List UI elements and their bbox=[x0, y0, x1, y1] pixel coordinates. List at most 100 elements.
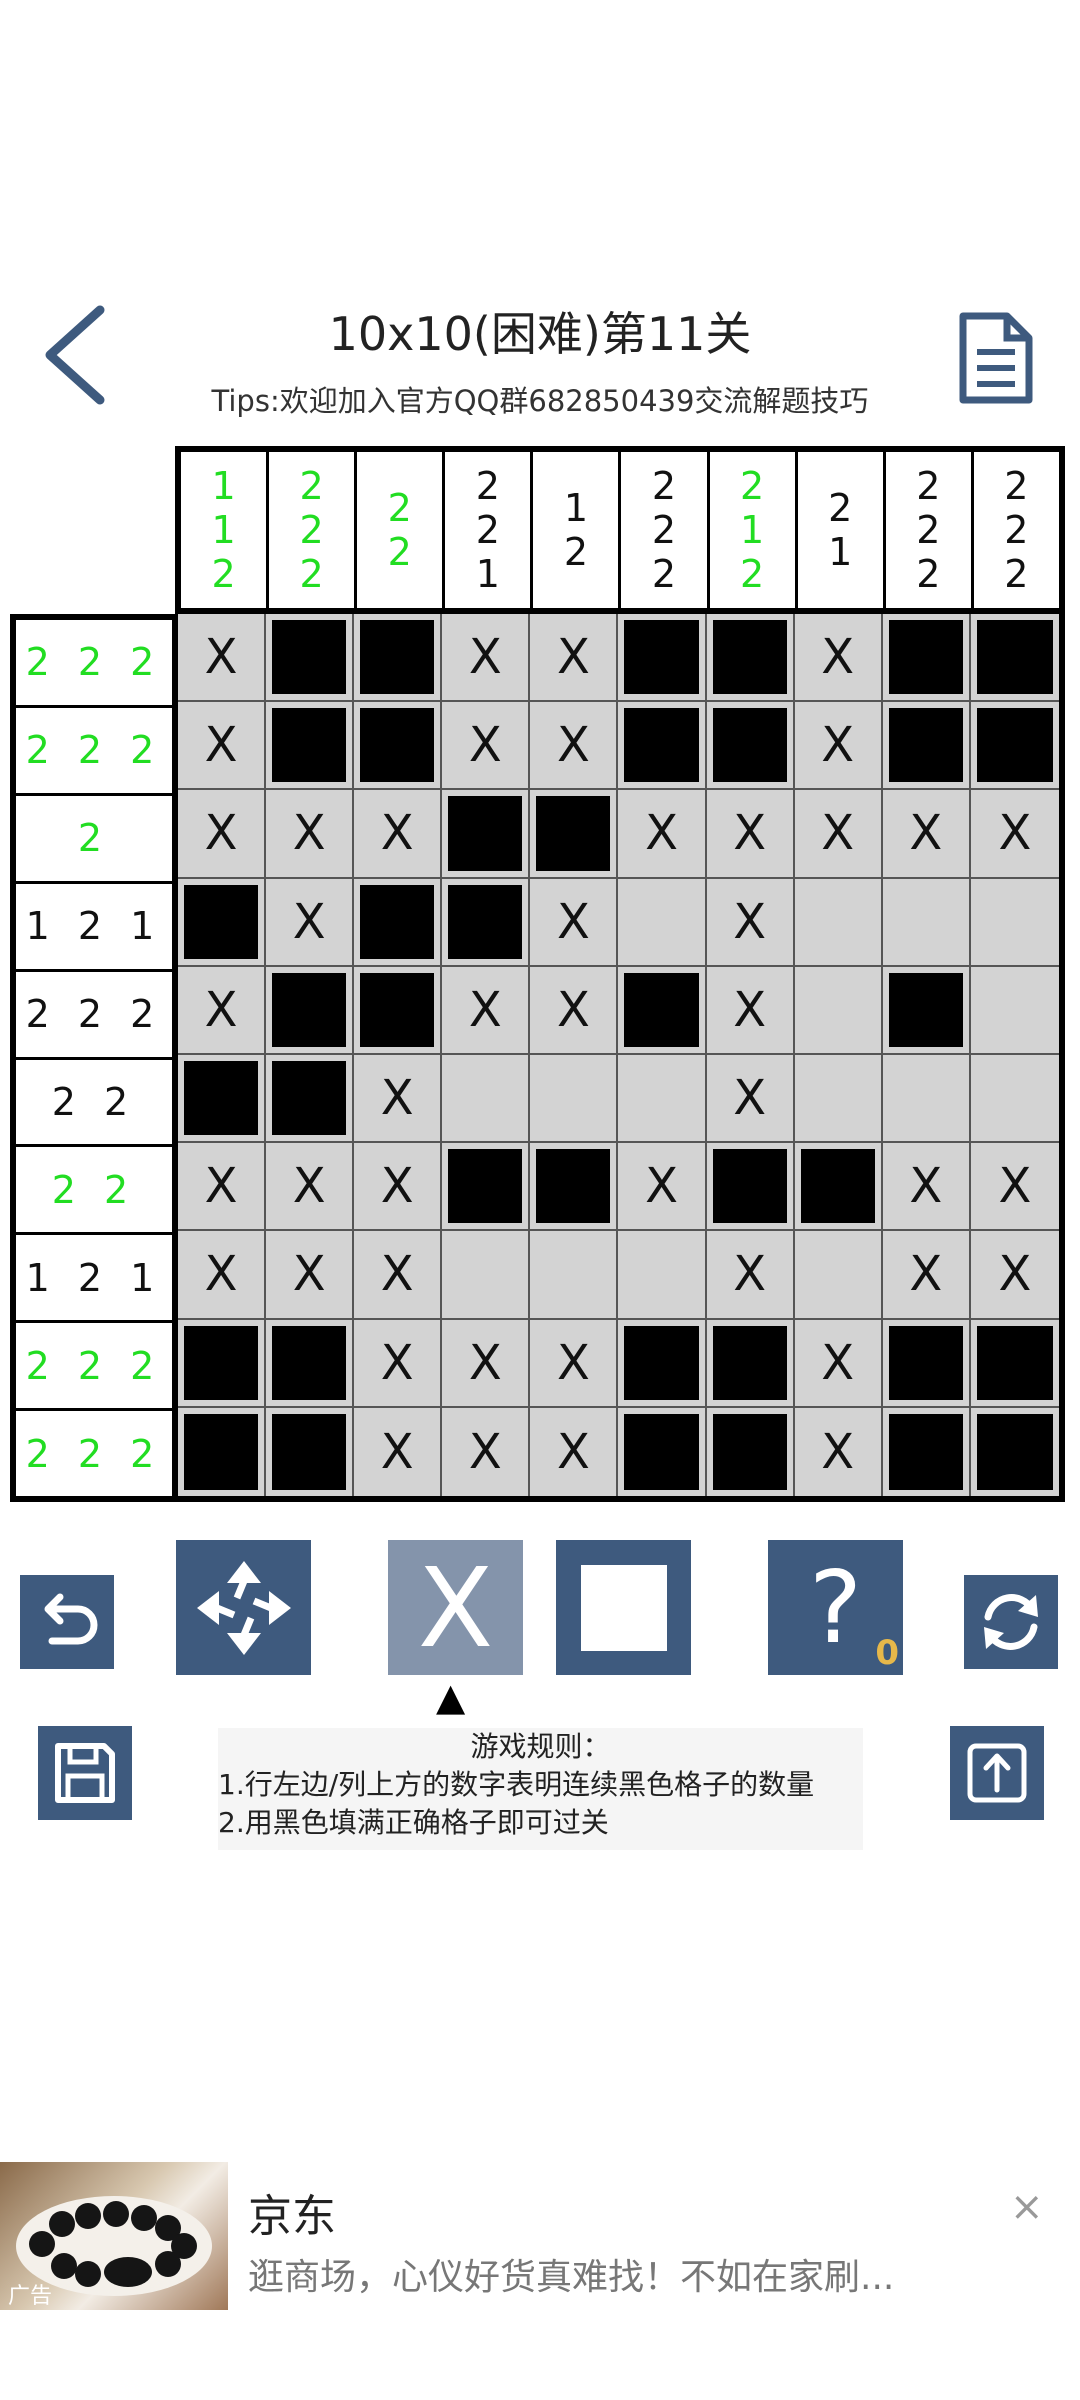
grid-cell-filled[interactable] bbox=[618, 1407, 707, 1496]
grid-cell-crossed[interactable]: X bbox=[882, 1231, 971, 1320]
grid-cell-filled[interactable] bbox=[354, 878, 443, 967]
grid-cell-empty[interactable] bbox=[530, 1054, 619, 1144]
grid-cell-crossed[interactable]: X bbox=[178, 1231, 267, 1320]
grid-cell-crossed[interactable]: X bbox=[706, 1231, 795, 1320]
grid-cell-filled[interactable] bbox=[882, 1319, 971, 1408]
grid-cell-crossed[interactable]: X bbox=[794, 1319, 883, 1408]
grid-cell-crossed[interactable]: X bbox=[970, 790, 1059, 879]
grid-cell-empty[interactable] bbox=[882, 878, 971, 967]
grid-cell-filled[interactable] bbox=[530, 1143, 619, 1232]
document-button[interactable] bbox=[955, 308, 1037, 408]
grid-cell-crossed[interactable]: X bbox=[178, 614, 267, 703]
refresh-button[interactable] bbox=[964, 1575, 1058, 1669]
grid-cell-crossed[interactable]: X bbox=[354, 790, 443, 879]
grid-cell-filled[interactable] bbox=[971, 1408, 1059, 1496]
grid-cell-crossed[interactable]: X bbox=[266, 790, 355, 879]
grid-cell-filled[interactable] bbox=[706, 614, 795, 703]
grid-cell-filled[interactable] bbox=[178, 878, 267, 967]
grid-cell-filled[interactable] bbox=[354, 702, 443, 791]
grid-cell-filled[interactable] bbox=[354, 966, 443, 1055]
grid-cell-crossed[interactable]: X bbox=[706, 1054, 795, 1144]
grid-cell-empty[interactable] bbox=[442, 1054, 531, 1144]
cross-mode-button[interactable]: X bbox=[388, 1540, 523, 1675]
grid-cell-filled[interactable] bbox=[442, 790, 531, 879]
grid-cell-filled[interactable] bbox=[618, 1319, 707, 1408]
grid-cell-filled[interactable] bbox=[618, 966, 707, 1055]
grid-cell-crossed[interactable]: X bbox=[618, 1143, 707, 1232]
grid-cell-filled[interactable] bbox=[882, 966, 971, 1055]
grid-cell-filled[interactable] bbox=[706, 1143, 795, 1232]
grid-cell-crossed[interactable]: X bbox=[706, 878, 795, 967]
grid-cell-filled[interactable] bbox=[266, 1054, 355, 1144]
grid-cell-crossed[interactable]: X bbox=[178, 702, 267, 791]
grid-cell-crossed[interactable]: X bbox=[442, 614, 531, 703]
grid-cell-filled[interactable] bbox=[266, 702, 355, 791]
grid-cell-empty[interactable] bbox=[794, 878, 883, 967]
ad-close-button[interactable]: × bbox=[1010, 2184, 1044, 2230]
grid-cell-crossed[interactable]: X bbox=[354, 1143, 443, 1232]
grid-cell-filled[interactable] bbox=[178, 1319, 267, 1408]
grid-cell-crossed[interactable]: X bbox=[354, 1407, 443, 1496]
grid-cell-filled[interactable] bbox=[266, 614, 355, 703]
grid-cell-filled[interactable] bbox=[707, 1407, 795, 1496]
grid-cell-crossed[interactable]: X bbox=[530, 878, 619, 967]
grid-cell-empty[interactable] bbox=[618, 1054, 707, 1144]
grid-cell-crossed[interactable]: X bbox=[354, 1319, 443, 1408]
grid-cell-filled[interactable] bbox=[970, 614, 1059, 703]
grid-cell-empty[interactable] bbox=[794, 966, 883, 1055]
grid-cell-filled[interactable] bbox=[178, 1407, 267, 1496]
grid-cell-crossed[interactable]: X bbox=[530, 614, 619, 703]
grid-cell-empty[interactable] bbox=[882, 1054, 971, 1144]
grid-cell-filled[interactable] bbox=[266, 966, 355, 1055]
grid-cell-filled[interactable] bbox=[266, 1407, 355, 1496]
fill-mode-button[interactable] bbox=[556, 1540, 691, 1675]
grid-cell-filled[interactable] bbox=[618, 702, 707, 791]
grid-cell-filled[interactable] bbox=[354, 614, 443, 703]
grid-cell-filled[interactable] bbox=[266, 1319, 355, 1408]
grid-cell-crossed[interactable]: X bbox=[178, 790, 267, 879]
grid-cell-empty[interactable] bbox=[970, 879, 1059, 967]
grid-cell-crossed[interactable]: X bbox=[794, 702, 883, 791]
grid-cell-filled[interactable] bbox=[883, 1407, 971, 1496]
grid-cell-filled[interactable] bbox=[178, 1054, 267, 1144]
grid-cell-crossed[interactable]: X bbox=[266, 1143, 355, 1232]
grid-cell-crossed[interactable]: X bbox=[530, 702, 619, 791]
grid-cell-crossed[interactable]: X bbox=[354, 1054, 443, 1144]
grid-cell-filled[interactable] bbox=[882, 702, 971, 791]
grid-cell-empty[interactable] bbox=[442, 1231, 531, 1320]
move-button[interactable] bbox=[176, 1540, 311, 1675]
grid-cell-crossed[interactable]: X bbox=[442, 702, 531, 791]
grid-cell-empty[interactable] bbox=[794, 1054, 883, 1144]
grid-cell-filled[interactable] bbox=[442, 1143, 531, 1232]
grid-cell-empty[interactable] bbox=[970, 1055, 1059, 1144]
grid-cell-filled[interactable] bbox=[706, 1319, 795, 1408]
grid-cell-crossed[interactable]: X bbox=[178, 966, 267, 1055]
grid-cell-crossed[interactable]: X bbox=[530, 1319, 619, 1408]
grid-cell-crossed[interactable]: X bbox=[794, 614, 883, 703]
grid-cell-crossed[interactable]: X bbox=[266, 1231, 355, 1320]
grid-cell-crossed[interactable]: X bbox=[882, 790, 971, 879]
grid-cell-crossed[interactable]: X bbox=[354, 1231, 443, 1320]
grid-cell-empty[interactable] bbox=[970, 967, 1059, 1055]
grid-cell-filled[interactable] bbox=[794, 1143, 883, 1232]
grid-cell-crossed[interactable]: X bbox=[442, 1319, 531, 1408]
grid-cell-crossed[interactable]: X bbox=[970, 1231, 1059, 1320]
grid-cell-crossed[interactable]: X bbox=[442, 1407, 531, 1496]
save-button[interactable] bbox=[38, 1726, 132, 1820]
grid-cell-crossed[interactable]: X bbox=[618, 790, 707, 879]
undo-button[interactable] bbox=[20, 1575, 114, 1669]
ad-description[interactable]: 逛商场，心仪好货真难找！不如在家刷... bbox=[248, 2248, 894, 2300]
grid-cell-empty[interactable] bbox=[794, 1231, 883, 1320]
grid-cell-filled[interactable] bbox=[970, 1320, 1059, 1408]
grid-cell-filled[interactable] bbox=[618, 614, 707, 703]
ad-title[interactable]: 京东 bbox=[248, 2180, 336, 2244]
grid-cell-crossed[interactable]: X bbox=[442, 966, 531, 1055]
grid-cell-filled[interactable] bbox=[882, 614, 971, 703]
grid-cell-filled[interactable] bbox=[970, 702, 1059, 791]
grid-cell-crossed[interactable]: X bbox=[794, 790, 883, 879]
grid-cell-empty[interactable] bbox=[618, 878, 707, 967]
grid-cell-empty[interactable] bbox=[530, 1231, 619, 1320]
grid-cell-crossed[interactable]: X bbox=[795, 1407, 883, 1496]
grid-cell-crossed[interactable]: X bbox=[178, 1143, 267, 1232]
grid-cell-crossed[interactable]: X bbox=[706, 790, 795, 879]
